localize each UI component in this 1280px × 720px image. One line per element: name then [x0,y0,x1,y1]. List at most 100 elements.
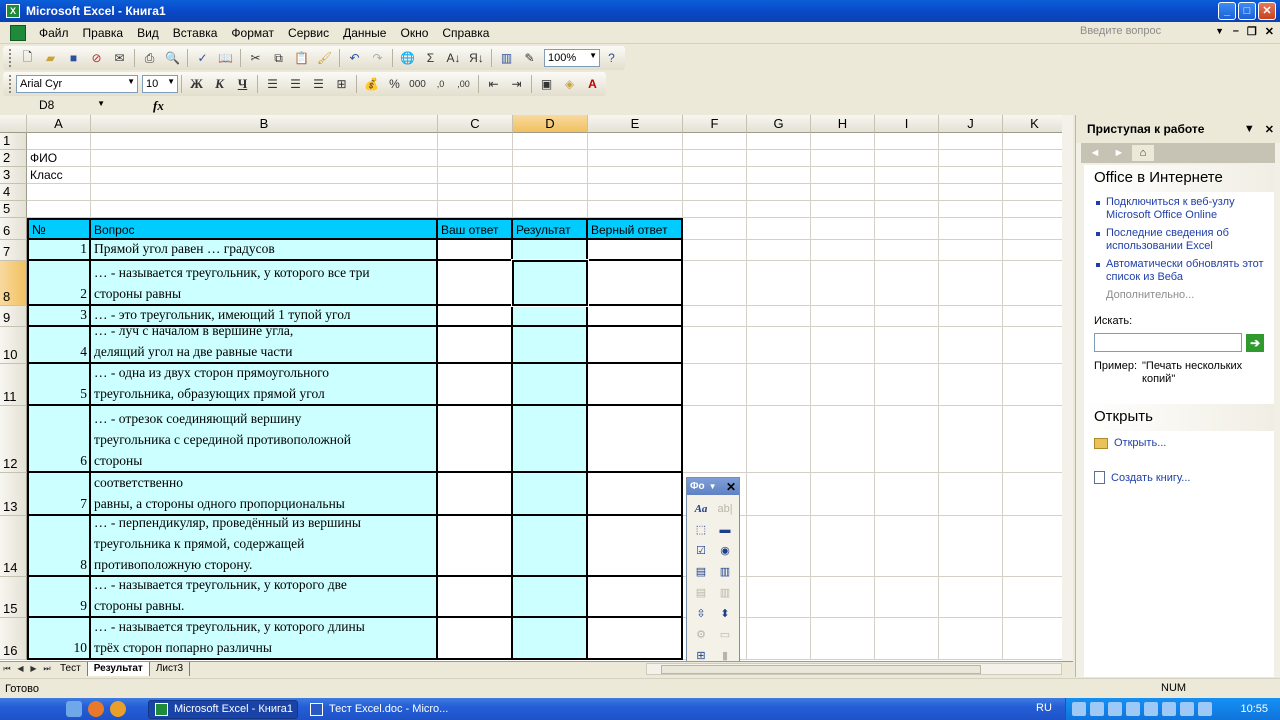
tray-icon[interactable] [1162,702,1176,716]
cell[interactable] [875,261,939,306]
menu-help[interactable]: Справка [435,26,496,40]
checkbox-icon[interactable]: ☑ [689,540,713,561]
row-header-15[interactable]: 15 [0,577,27,618]
cell[interactable] [747,618,811,660]
help-icon[interactable]: ? [600,47,623,69]
cell[interactable] [875,406,939,473]
sheet-tab-test[interactable]: Тест [54,662,88,676]
print-preview-icon[interactable]: 🔍 [161,47,184,69]
help-question-input[interactable]: Введите вопрос [1080,25,1230,41]
start-button[interactable] [0,698,56,720]
first-sheet-icon[interactable]: ⏮ [3,664,10,674]
cell[interactable] [811,201,875,218]
paste-icon[interactable]: 📋 [290,47,313,69]
cell[interactable]: … - называется треугольник, у которого д… [91,618,438,660]
format-painter-icon[interactable]: 🖌 [313,47,336,69]
tray-icon[interactable] [1108,702,1122,716]
excel-app-icon[interactable]: X [6,4,20,18]
cell[interactable]: 6 [27,406,91,473]
cell[interactable] [747,577,811,618]
cell[interactable] [1003,133,1062,150]
cell[interactable] [683,306,747,327]
toolbar-grip[interactable] [9,49,12,67]
close-icon[interactable]: ✕ [726,480,736,494]
cell[interactable] [939,218,1003,240]
cell[interactable] [939,240,1003,261]
open-file-link[interactable]: Открыть... [1084,431,1274,455]
opera-icon[interactable] [88,701,104,717]
cell[interactable] [811,473,875,516]
cell[interactable] [747,327,811,364]
forms-toolbar-title[interactable]: Фо ▼ ✕ [687,478,739,495]
cell[interactable] [683,261,747,306]
tray-icon[interactable] [1126,702,1140,716]
chevron-down-icon[interactable]: ▼ [1215,26,1224,36]
cell[interactable] [939,327,1003,364]
cell[interactable]: … - отрезок соединяющий вершину треуголь… [91,406,438,473]
row-header-2[interactable]: 2 [0,150,27,167]
language-indicator[interactable]: RU [1036,702,1052,714]
column-header-i[interactable]: I [875,115,939,133]
cell[interactable] [1003,473,1062,516]
vertical-scrollbar[interactable] [1062,115,1073,661]
row-header-6[interactable]: 6 [0,218,27,240]
cell[interactable] [91,133,438,150]
cell[interactable] [811,618,875,660]
cell[interactable]: 9 [27,577,91,618]
cell[interactable] [438,261,513,306]
borders-icon[interactable]: ▣ [535,73,558,95]
name-box[interactable]: D8 ▼ [3,98,107,114]
thousands-button[interactable]: 000 [406,73,429,95]
cell[interactable] [875,240,939,261]
cell[interactable] [513,240,588,261]
link-auto-update[interactable]: Автоматически обновлять этот список из В… [1096,258,1264,284]
cell[interactable] [588,261,683,306]
drawing-icon[interactable]: ✎ [518,47,541,69]
row-header-13[interactable]: 13 [0,473,27,516]
cell[interactable]: Результат [513,218,588,240]
taskbar-excel[interactable]: Microsoft Excel - Книга1 [148,699,298,719]
cell[interactable] [683,240,747,261]
cell[interactable]: … - одна из двух сторон прямоугольного т… [91,364,438,406]
decrease-decimal-icon[interactable]: ,00 [452,73,475,95]
sort-ascending-icon[interactable]: A↓ [442,47,465,69]
hyperlink-icon[interactable]: 🌐 [396,47,419,69]
row-header-7[interactable]: 7 [0,240,27,261]
spinner-icon[interactable]: ⬍ [713,603,737,624]
select-all-corner[interactable] [0,115,27,133]
column-header-g[interactable]: G [747,115,811,133]
search-go-button[interactable]: ➔ [1246,333,1264,352]
cell[interactable] [683,184,747,201]
cell[interactable] [747,201,811,218]
back-icon[interactable]: ◄ [1084,145,1106,161]
cell[interactable] [438,516,513,577]
sort-descending-icon[interactable]: Я↓ [465,47,488,69]
cell[interactable] [27,133,91,150]
open-icon[interactable]: ▰ [39,47,62,69]
cell[interactable] [1003,577,1062,618]
fill-color-icon[interactable]: ◈ [558,73,581,95]
cell[interactable] [1003,516,1062,577]
cell[interactable] [683,406,747,473]
close-icon[interactable]: ✕ [1265,123,1274,136]
tray-icon[interactable] [1180,702,1194,716]
tray-icon[interactable] [1072,702,1086,716]
menu-file[interactable]: Файл [32,26,76,40]
percent-button[interactable]: % [383,73,406,95]
cell[interactable] [1003,150,1062,167]
cell[interactable] [1003,201,1062,218]
cell[interactable] [747,150,811,167]
cell[interactable] [513,516,588,577]
increase-indent-icon[interactable]: ⇥ [505,73,528,95]
cell[interactable] [438,240,513,261]
cell[interactable] [588,201,683,218]
forward-icon[interactable]: ► [1108,145,1130,161]
column-header-k[interactable]: K [1003,115,1062,133]
increase-decimal-icon[interactable]: ,0 [429,73,452,95]
autosum-icon[interactable]: Σ [419,47,442,69]
prev-sheet-icon[interactable]: ◀ [17,664,23,674]
cell[interactable] [875,150,939,167]
column-header-b[interactable]: B [91,115,438,133]
bold-button[interactable]: Ж [185,73,208,95]
chevron-down-icon[interactable]: ▼ [709,482,717,491]
